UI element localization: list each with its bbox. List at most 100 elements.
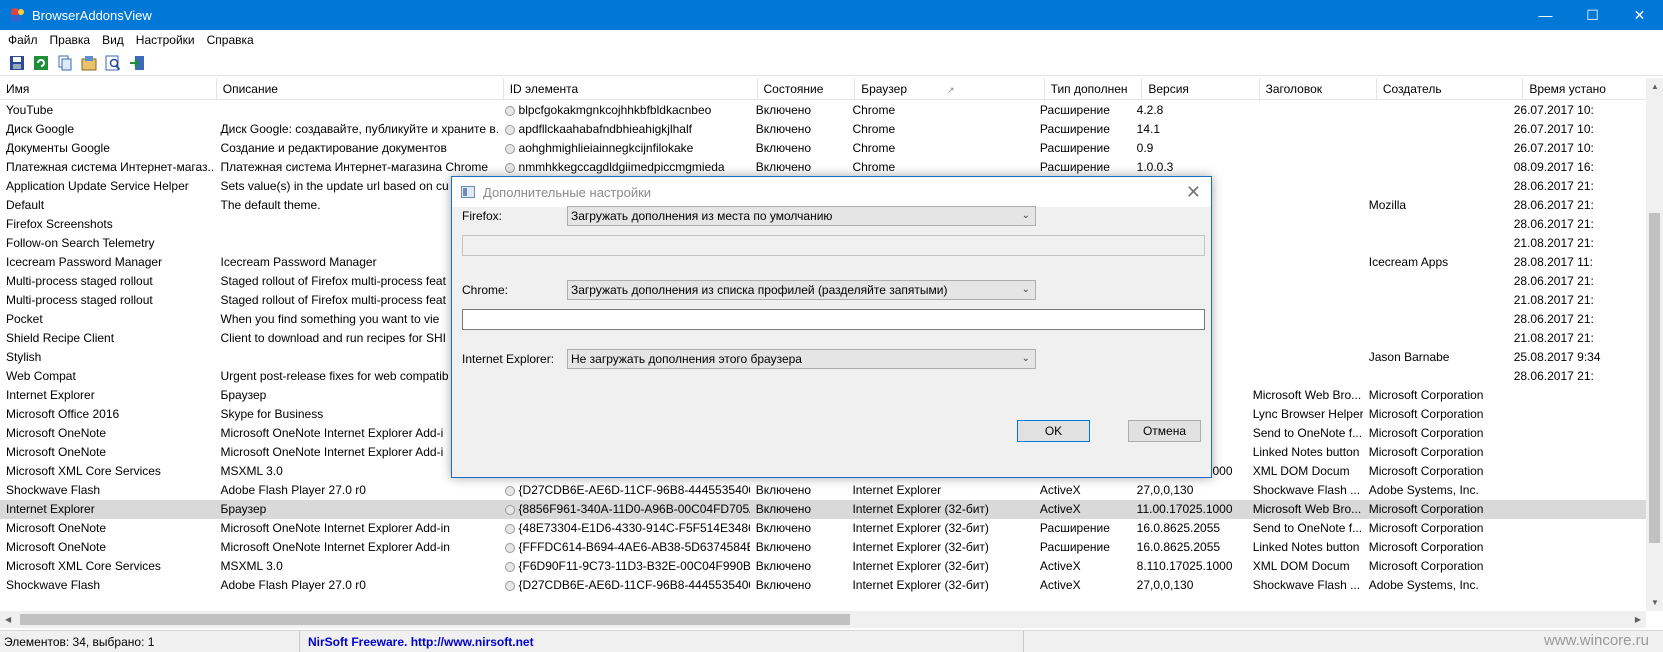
firefox-load-select[interactable]: Загружать дополнения из места по умолчан…: [567, 206, 1036, 226]
column-header-version[interactable]: Версия: [1142, 78, 1260, 100]
cell-name: Firefox Screenshots: [6, 217, 113, 231]
status-dot-icon: [504, 542, 515, 553]
column-header-status[interactable]: Состояние: [758, 78, 856, 100]
column-header-install-time[interactable]: Время устано: [1523, 78, 1663, 100]
cell-addon-type: ActiveX: [1039, 578, 1081, 592]
status-dot-icon: [504, 485, 515, 496]
menu-help[interactable]: Справка: [201, 33, 260, 47]
cell-install-time: [1508, 481, 1646, 500]
cell-name: Shockwave Flash: [6, 483, 101, 497]
scroll-right-icon[interactable]: ▶: [1635, 615, 1641, 624]
scroll-left-icon[interactable]: ◀: [5, 615, 11, 624]
cell-creator: [1363, 158, 1508, 177]
cell-name: Документы Google: [6, 141, 110, 155]
menu-edit[interactable]: Правка: [44, 33, 97, 47]
properties-icon[interactable]: [78, 52, 100, 74]
cell-description: Диск Google: создавайте, публикуйте и хр…: [220, 122, 499, 136]
table-row[interactable]: Shockwave Flash Adobe Flash Player 27.0 r…: [0, 576, 1646, 595]
cell-title: Send to OneNote f...: [1252, 426, 1363, 440]
cell-install-time: 21.08.2017 21:: [1513, 331, 1594, 345]
menu-file[interactable]: Файл: [2, 33, 44, 47]
cell-name: Платежная система Интернет-магаз...: [6, 160, 215, 174]
cell-addon-type: Расширение: [1039, 103, 1110, 117]
cell-title: [1247, 367, 1363, 386]
table-row[interactable]: Microsoft OneNote Microsoft OneNote Inter…: [0, 538, 1646, 557]
cell-version: 14.1: [1136, 122, 1161, 136]
refresh-icon[interactable]: [30, 52, 52, 74]
scroll-up-icon[interactable]: ▲: [1651, 82, 1659, 91]
cell-install-time: [1508, 424, 1646, 443]
table-row[interactable]: Диск Google Диск Google: создавайте, публ…: [0, 120, 1646, 139]
cell-creator: Microsoft Corporation: [1368, 464, 1484, 478]
column-header-addon-type[interactable]: Тип дополнен: [1045, 78, 1143, 100]
toolbar: [0, 50, 1663, 76]
table-row[interactable]: Internet Explorer Браузер {8856F961-340A-1…: [0, 500, 1646, 519]
table-row[interactable]: Shockwave Flash Adobe Flash Player 27.0 r…: [0, 481, 1646, 500]
menu-options[interactable]: Настройки: [130, 33, 201, 47]
chrome-load-select[interactable]: Загружать дополнения из списка профилей …: [567, 280, 1036, 300]
close-window-button[interactable]: ✕: [1616, 0, 1663, 30]
ie-load-select[interactable]: Не загружать дополнения этого браузера ⌄: [567, 349, 1036, 369]
cell-creator: [1363, 310, 1508, 329]
list-header: Имя Описание ID элемента Состояние Брауз…: [0, 78, 1663, 100]
cell-item-id-text: nmmhkkegccagdldgiimedpiccmgmieda: [518, 160, 725, 174]
cell-creator: Microsoft Corporation: [1368, 407, 1484, 421]
table-row[interactable]: Microsoft XML Core Services MSXML 3.0 {F6D…: [0, 557, 1646, 576]
cell-description: Adobe Flash Player 27.0 r0: [220, 578, 366, 592]
window-title: BrowserAddonsView: [32, 7, 152, 23]
cell-install-time: [1508, 405, 1646, 424]
cell-creator: [1363, 139, 1508, 158]
status-dot-icon: [504, 105, 515, 116]
exit-icon[interactable]: [126, 52, 148, 74]
dialog-close-icon[interactable]: ✕: [1186, 182, 1201, 203]
nirsoft-link[interactable]: NirSoft Freeware. http://www.nirsoft.net: [300, 630, 1024, 652]
dialog-title: Дополнительные настройки: [483, 184, 652, 200]
cancel-button[interactable]: Отмена: [1128, 420, 1201, 442]
cell-title: [1247, 101, 1363, 120]
cell-creator: [1363, 329, 1508, 348]
cell-name: Application Update Service Helper: [6, 179, 189, 193]
cell-item-id-text: aohghmighlieiainnegkcijnfilokake: [518, 141, 694, 155]
chrome-profiles-field[interactable]: [462, 309, 1205, 330]
column-header-browser[interactable]: Браузер ↗: [855, 78, 1045, 100]
cell-install-time: 25.08.2017 9:34: [1513, 350, 1601, 364]
app-icon: [8, 6, 26, 24]
cell-item-id: {F6D90F11-9C73-11D3-B32E-00C04F990BB4}: [499, 557, 750, 576]
column-header-item-id[interactable]: ID элемента: [504, 78, 758, 100]
cell-item-id-text: {F6D90F11-9C73-11D3-B32E-00C04F990BB4}: [518, 559, 750, 573]
cell-install-time: [1508, 386, 1646, 405]
ok-button[interactable]: OK: [1017, 420, 1090, 442]
cell-creator: Microsoft Corporation: [1368, 426, 1484, 440]
horizontal-scrollbar[interactable]: ◀ ▶: [0, 611, 1646, 628]
scroll-down-icon[interactable]: ▼: [1651, 598, 1659, 607]
cell-name: Microsoft Office 2016: [6, 407, 120, 421]
column-header-title[interactable]: Заголовок: [1260, 78, 1377, 100]
cell-title: [1247, 253, 1363, 272]
horizontal-scroll-thumb[interactable]: [20, 614, 850, 625]
minimize-button[interactable]: —: [1522, 0, 1569, 30]
column-header-name[interactable]: Имя: [0, 78, 217, 100]
copy-icon[interactable]: [54, 52, 76, 74]
save-icon[interactable]: [6, 52, 28, 74]
cell-addon-type: Расширение: [1039, 521, 1110, 535]
column-header-description[interactable]: Описание: [217, 78, 504, 100]
table-row[interactable]: Платежная система Интернет-магаз... Плате…: [0, 158, 1646, 177]
table-row[interactable]: YouTube blpcfgokakmgnkcojhhkbfbldkacnbeo В…: [0, 101, 1646, 120]
cell-description: [215, 101, 499, 120]
find-icon[interactable]: [102, 52, 124, 74]
table-row[interactable]: Microsoft OneNote Microsoft OneNote Inter…: [0, 519, 1646, 538]
cell-name: Microsoft OneNote: [6, 445, 107, 459]
dialog-window-icon: [461, 186, 475, 198]
cell-description: Платежная система Интернет-магазина Chro…: [220, 160, 489, 174]
cell-item-id-text: blpcfgokakmgnkcojhhkbfbldkacnbeo: [518, 103, 712, 117]
vertical-scrollbar[interactable]: ▲ ▼: [1646, 78, 1663, 611]
cell-description: Microsoft OneNote Internet Explorer Add-…: [220, 540, 450, 554]
table-row[interactable]: Документы Google Создание и редактировани…: [0, 139, 1646, 158]
column-header-creator[interactable]: Создатель: [1377, 78, 1524, 100]
maximize-button[interactable]: ☐: [1569, 0, 1616, 30]
menu-view[interactable]: Вид: [96, 33, 130, 47]
cell-creator: [1363, 234, 1508, 253]
cell-description: Microsoft OneNote Internet Explorer Add-…: [220, 521, 450, 535]
vertical-scroll-thumb[interactable]: [1649, 213, 1660, 543]
cell-browser: Internet Explorer (32-бит): [852, 540, 989, 554]
